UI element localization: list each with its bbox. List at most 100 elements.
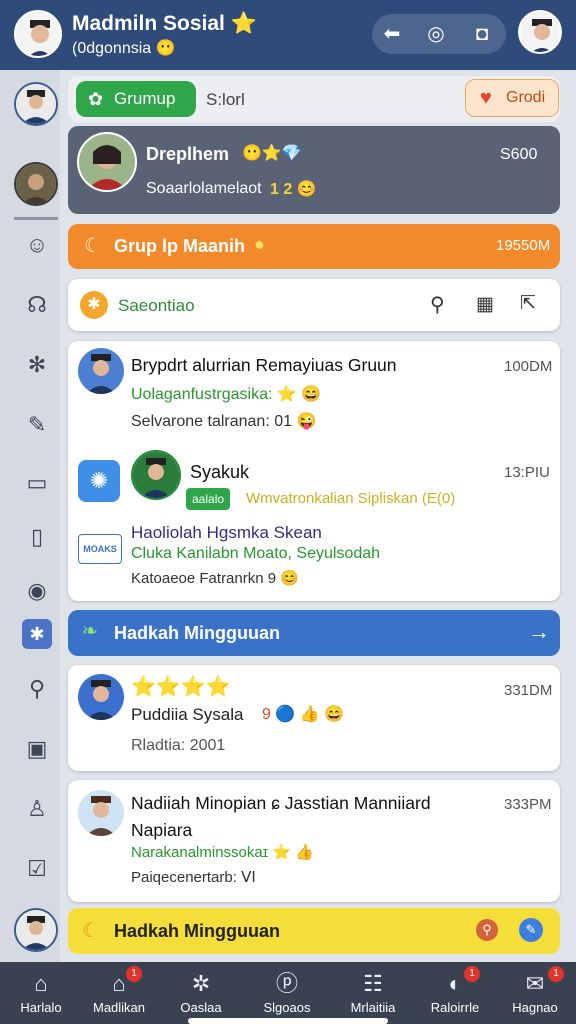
message-preview: Cluka Kanilabn Moato, Seyulsodah	[131, 545, 381, 562]
moon-icon: ☾	[82, 920, 100, 942]
review-text: Puddiia Sysala	[131, 705, 244, 724]
badge-icon: ●	[254, 234, 265, 254]
users-icon: ☷	[363, 971, 383, 996]
star-rating: ⭐⭐⭐⭐	[131, 676, 231, 698]
circle-p-icon: ⓟ	[275, 971, 298, 996]
featured-card[interactable]	[68, 126, 560, 214]
message-title[interactable]: Brypdrt alurrian Remayiuas Gruun	[131, 355, 397, 376]
store-icon[interactable]: ▦	[476, 293, 494, 316]
user-avatar[interactable]	[518, 10, 562, 54]
post-avatar	[78, 790, 124, 836]
post-preview: Narakanalminssokaɪ ⭐ 👍	[131, 844, 314, 861]
bluetooth-icon[interactable]: ✱	[22, 619, 52, 649]
featured-subtitle: Soaarlolamelaot	[146, 180, 262, 197]
message-preview: Uolaganfustrgasika: ⭐ 😄	[131, 386, 322, 403]
featured-subtitle-emojis: 1 2 😊	[270, 181, 317, 198]
featured-emojis: 😶⭐💎	[242, 145, 302, 162]
nav-label: Madlikan	[92, 1000, 146, 1015]
rail-divider	[14, 217, 58, 220]
refresh-icon[interactable]: ◎	[422, 20, 450, 48]
globe-icon[interactable]: ◉	[22, 576, 52, 606]
nav-item-hagnao[interactable]: ✉ 1 Hagnao	[494, 962, 576, 1024]
nav-item-slgoaos[interactable]: ⓟ Slgoaos	[246, 962, 328, 1024]
review-time: 331DM	[504, 682, 553, 699]
featured-name: Dreplhem	[146, 144, 230, 164]
nav-label: Hagnao	[512, 1000, 558, 1015]
app-subtitle: (0dgonnsia 😶	[72, 40, 176, 57]
mail-icon: ✉	[525, 971, 545, 996]
profile-avatar[interactable]	[14, 10, 62, 58]
featured-avatar	[77, 132, 137, 192]
book-icon[interactable]: ▯	[22, 522, 52, 552]
sun-icon: ✱	[80, 291, 108, 319]
message-preview: Wmvatronkalian Sipliskan (E(0)	[246, 490, 456, 507]
group-button[interactable]: ✿ Grumup	[76, 81, 196, 117]
message-icon[interactable]: ▭	[22, 468, 52, 498]
person-icon[interactable]: ♙	[22, 794, 52, 824]
contacts-icon[interactable]: ☺	[22, 230, 52, 260]
settings-icon[interactable]: ✻	[22, 350, 52, 380]
post-title-continued: Napiara	[131, 820, 193, 840]
group-button-label: Grumup	[114, 89, 176, 108]
nav-item-mrlaitiia[interactable]: ☷ Mrlaitiia	[332, 962, 414, 1024]
nav-item-oaslaa[interactable]: ✲ Oaslaa	[160, 962, 242, 1024]
nav-label: Oaslaa	[180, 1000, 222, 1015]
nav-label: Mrlaitiia	[350, 1000, 396, 1015]
arrow-right-icon[interactable]: →	[528, 619, 550, 645]
message-time: 13:PIU	[504, 464, 550, 481]
message-title[interactable]: Syakuk	[190, 462, 249, 483]
edit-icon[interactable]: ✎	[22, 410, 52, 440]
group-icon: ✿	[88, 89, 104, 109]
post-time: 333PM	[504, 796, 552, 813]
post-title: Nadiiah Minopian ɕ Jasstian Manniiard	[131, 793, 431, 813]
search-label[interactable]: S:lorl	[206, 90, 245, 110]
pin-icon[interactable]: ⚲	[22, 674, 52, 704]
search-icon[interactable]: ⚲	[430, 292, 445, 317]
app-title: Madmiln Sosial ⭐	[72, 12, 257, 35]
notification-badge: 1	[464, 966, 480, 982]
review-meta: Rladtia: 2001	[131, 737, 226, 754]
calendar-icon[interactable]: ▣	[22, 734, 52, 764]
group-strip-label: Grup lp Maanih	[114, 236, 246, 256]
nav-label: Harlalo	[20, 1000, 62, 1015]
rail-avatar-bottom[interactable]	[14, 908, 58, 952]
rail-avatar-secondary[interactable]	[14, 162, 58, 206]
rail-avatar-primary[interactable]	[14, 82, 58, 126]
camera-icon[interactable]: ◘	[468, 20, 496, 48]
message-meta: Selvarone talranan: 01 😜	[131, 413, 317, 430]
grodi-button[interactable]: ♥ Grodi	[465, 79, 559, 117]
headset-icon[interactable]: ☊	[22, 290, 52, 320]
moon-icon: ☾	[84, 235, 102, 257]
heart-icon: ♥	[480, 87, 492, 109]
compose-icon[interactable]: ✎	[519, 918, 543, 942]
review-emojis: 9 🔵 👍 😄	[262, 706, 344, 723]
back-arrow-icon[interactable]: ⬅	[378, 20, 406, 48]
bottom-nav: ⌂ Harlalo ⌂ 1 Madlikan ✲ Oaslaa ⓟ Slgoao…	[0, 962, 576, 1024]
message-avatar[interactable]	[131, 450, 181, 500]
search-icon[interactable]: ⚲	[476, 919, 498, 941]
group-strip-time: 19550M	[496, 237, 551, 254]
weekly-strip-label: Hadkah Mingguuan	[114, 623, 280, 643]
secondary-toolbar-label: Saeontiao	[118, 296, 195, 315]
note-icon[interactable]: ☑	[22, 854, 52, 884]
nav-item-madlikan[interactable]: ⌂ 1 Madlikan	[78, 962, 160, 1024]
news-badge: MOAKS	[78, 534, 122, 564]
leaf-icon: ❧	[82, 621, 98, 642]
notification-badge: 1	[548, 966, 564, 982]
message-avatar[interactable]	[78, 348, 124, 394]
home-icon: ⌂	[34, 971, 48, 996]
message-title[interactable]: Haoliolah Hgsmka Skean	[131, 523, 322, 543]
header-actions: ⬅ ◎ ◘	[372, 14, 506, 54]
message-meta: Katoaeoe Fatranrkn 9 😊	[131, 570, 299, 587]
message-time: 100DM	[504, 358, 553, 375]
notification-badge: 1	[126, 966, 142, 982]
featured-time: S600	[500, 146, 538, 163]
nav-label: Raloirrle	[430, 1000, 480, 1015]
nav-item-raloirrle[interactable]: ◐ 1 Raloirrle	[414, 962, 496, 1024]
review-avatar	[78, 674, 124, 720]
camera-app-icon[interactable]: ✺	[78, 460, 120, 502]
app-header: Madmiln Sosial ⭐ (0dgonnsia 😶 ⬅ ◎ ◘	[0, 0, 576, 70]
share-icon[interactable]: ⇱	[520, 292, 536, 315]
message-tag: aalalo	[186, 488, 231, 510]
nav-item-harlalo[interactable]: ⌂ Harlalo	[0, 962, 82, 1024]
